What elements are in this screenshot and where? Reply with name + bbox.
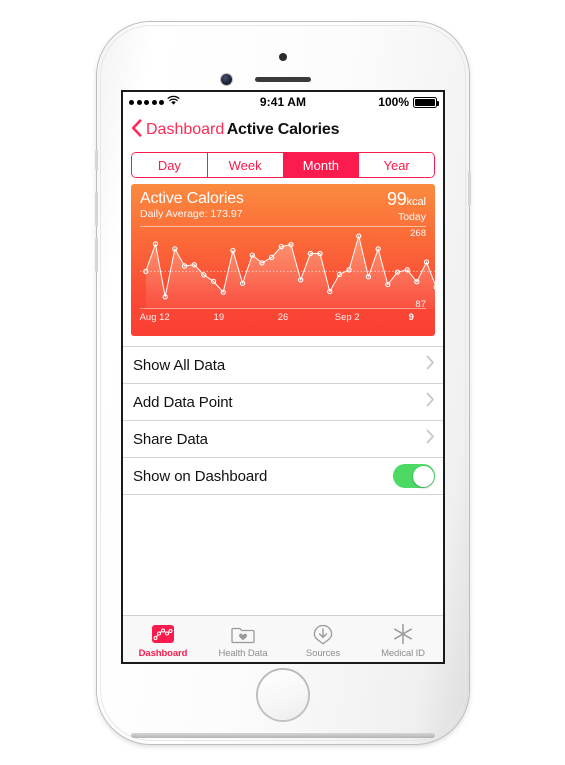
tab-medical-id[interactable]: Medical ID bbox=[363, 616, 443, 662]
chevron-left-icon bbox=[131, 118, 142, 142]
row-share-data[interactable]: Share Data bbox=[123, 421, 443, 458]
time-range-segmented-control[interactable]: Day Week Month Year bbox=[131, 152, 435, 178]
segment-month[interactable]: Month bbox=[283, 153, 360, 177]
x-axis-tick-label: Sep 2 bbox=[334, 312, 360, 323]
folder-heart-icon bbox=[230, 621, 256, 647]
status-bar: 9:41 AM 100% bbox=[123, 92, 443, 112]
iphone-device-frame: 9:41 AM 100% Dashboard Active Calories D… bbox=[95, 22, 471, 744]
dashboard-chart-icon bbox=[150, 621, 176, 647]
row-show-all-data[interactable]: Show All Data bbox=[123, 347, 443, 384]
tab-label: Health Data bbox=[218, 648, 268, 659]
active-calories-chart-card[interactable]: Active Calories Daily Average: 173.97 99… bbox=[131, 184, 435, 336]
medical-asterisk-icon bbox=[391, 621, 415, 647]
chart-daily-average: Daily Average: 173.97 bbox=[140, 208, 243, 220]
chart-card-header: Active Calories Daily Average: 173.97 99… bbox=[131, 184, 435, 224]
wifi-icon bbox=[167, 95, 180, 109]
download-heart-icon bbox=[310, 621, 336, 647]
tab-bar: Dashboard Health Data Sources Medical ID bbox=[123, 615, 443, 662]
segment-year[interactable]: Year bbox=[359, 153, 434, 177]
chart-value: 99 bbox=[387, 189, 407, 209]
silent-switch[interactable] bbox=[95, 150, 98, 170]
toggle-knob bbox=[412, 465, 434, 487]
chart-current-value-block: 99kcal Today bbox=[387, 190, 426, 224]
status-bar-clock: 9:41 AM bbox=[259, 95, 307, 109]
tab-label: Dashboard bbox=[138, 648, 188, 659]
row-add-data-point[interactable]: Add Data Point bbox=[123, 384, 443, 421]
earpiece-speaker bbox=[255, 77, 311, 82]
row-label: Show All Data bbox=[133, 356, 226, 374]
volume-up-button[interactable] bbox=[95, 192, 98, 226]
chart-line-svg bbox=[140, 233, 435, 309]
chevron-right-icon bbox=[426, 429, 435, 449]
chart-value-row: 99kcal bbox=[387, 190, 426, 211]
back-button[interactable]: Dashboard bbox=[131, 118, 225, 142]
segmented-control-container: Day Week Month Year bbox=[123, 148, 443, 184]
power-button[interactable] bbox=[468, 172, 471, 206]
proximity-sensor bbox=[279, 53, 287, 61]
x-axis-tick-label: 9 bbox=[408, 312, 414, 323]
status-bar-right: 100% bbox=[306, 95, 439, 109]
options-table: Show All Data Add Data Point Share Data … bbox=[123, 346, 443, 495]
navigation-bar: Dashboard Active Calories bbox=[123, 112, 443, 148]
tab-health-data[interactable]: Health Data bbox=[203, 616, 283, 662]
chart-title: Active Calories bbox=[140, 190, 244, 207]
tab-label: Sources bbox=[305, 648, 341, 659]
status-bar-left bbox=[129, 95, 260, 109]
front-camera bbox=[221, 74, 232, 85]
chart-card-titles: Active Calories Daily Average: 173.97 bbox=[140, 190, 244, 221]
row-label: Show on Dashboard bbox=[133, 467, 268, 485]
chart-unit: kcal bbox=[406, 196, 426, 208]
screenshot-stage: 9:41 AM 100% Dashboard Active Calories D… bbox=[0, 0, 565, 765]
chart-plot-area: 268 87 bbox=[140, 227, 435, 310]
back-button-label: Dashboard bbox=[146, 121, 225, 138]
home-button[interactable] bbox=[256, 668, 310, 722]
segment-week[interactable]: Week bbox=[207, 153, 284, 177]
signal-strength-dots bbox=[129, 99, 164, 105]
row-label: Add Data Point bbox=[133, 393, 233, 411]
battery-percent-label: 100% bbox=[378, 95, 409, 109]
segment-day[interactable]: Day bbox=[132, 153, 208, 177]
chart-x-axis: Aug 12 19 26 Sep 2 9 bbox=[140, 309, 426, 327]
chevron-right-icon bbox=[426, 355, 435, 375]
device-bottom-band bbox=[131, 733, 435, 738]
chart-period-label: Today bbox=[397, 211, 426, 223]
tab-sources[interactable]: Sources bbox=[283, 616, 363, 662]
x-axis-tick-label: 26 bbox=[277, 312, 289, 323]
device-screen: 9:41 AM 100% Dashboard Active Calories D… bbox=[123, 92, 443, 662]
battery-icon bbox=[413, 96, 439, 108]
x-axis-tick-label: Aug 12 bbox=[139, 312, 170, 323]
x-axis-tick-label: 19 bbox=[213, 312, 225, 323]
volume-down-button[interactable] bbox=[95, 238, 98, 272]
row-label: Share Data bbox=[133, 430, 208, 448]
tab-label: Medical ID bbox=[381, 648, 425, 659]
show-on-dashboard-toggle[interactable] bbox=[393, 464, 435, 488]
chevron-right-icon bbox=[426, 392, 435, 412]
tab-dashboard[interactable]: Dashboard bbox=[123, 616, 203, 662]
row-show-on-dashboard[interactable]: Show on Dashboard bbox=[123, 458, 443, 495]
